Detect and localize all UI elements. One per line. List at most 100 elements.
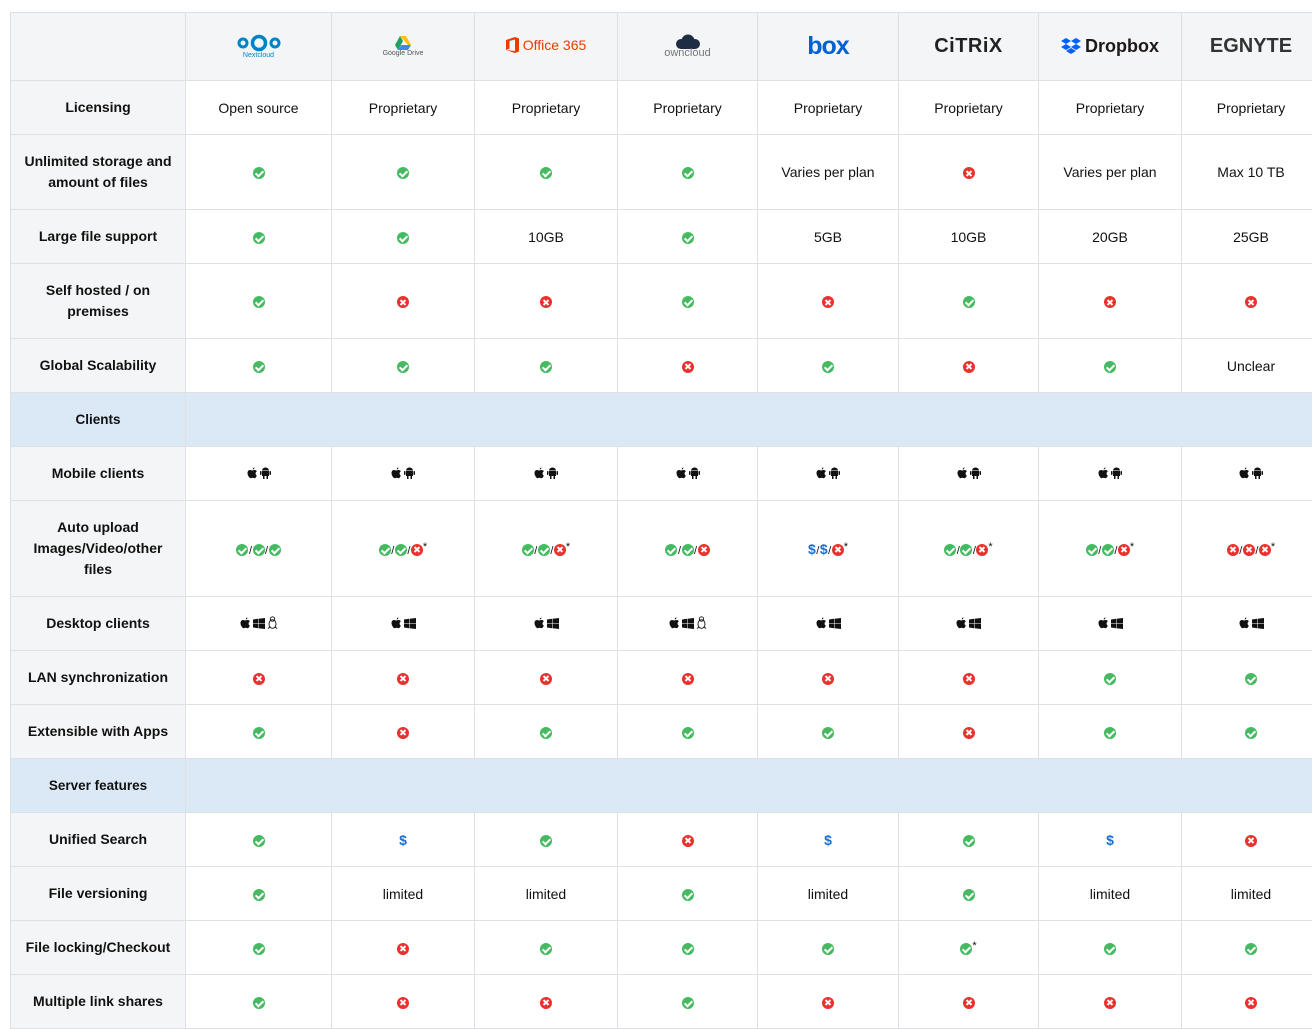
vendor-logo-text: box [807,32,848,60]
android-icon [547,467,558,481]
value-cell [899,447,1039,501]
value-cell [475,813,618,867]
check-icon [682,167,694,179]
value-cell [1039,597,1182,651]
feature-label: LAN synchronization [11,651,186,705]
feature-label: Unlimited storage and amount of files [11,135,186,210]
apple-icon [669,617,680,631]
apple-icon [957,467,968,481]
value-cell: 10GB [475,210,618,264]
cross-icon [1245,835,1257,847]
check-icon [397,232,409,244]
cross-icon [976,544,988,556]
feature-label: Global Scalability [11,339,186,393]
value-cell [618,264,758,339]
feature-label: Extensible with Apps [11,705,186,759]
feature-row: Unified Search$$$ [11,813,1312,867]
value-cell [758,339,899,393]
section-title: Clients [11,393,186,447]
feature-row: Large file support10GB5GB10GB20GB25GB [11,210,1312,264]
check-icon [397,167,409,179]
cell-text: limited [1231,886,1271,902]
separator: / [1239,545,1242,557]
value-cell [1039,651,1182,705]
cell-text: Varies per plan [781,164,874,180]
check-icon [538,544,550,556]
check-icon [1104,361,1116,373]
cross-icon [397,727,409,739]
value-cell: / / * [1182,501,1312,597]
value-cell: $ [332,813,475,867]
value-cell [1039,447,1182,501]
value-cell [618,867,758,921]
cell-text: 10GB [528,229,564,245]
value-cell [618,135,758,210]
check-icon [269,544,281,556]
apple-icon [1239,617,1250,631]
value-cell [186,264,332,339]
cell-text: limited [383,886,423,902]
linux-icon [267,616,278,631]
cross-icon [963,361,975,373]
value-cell [618,210,758,264]
value-cell [332,921,475,975]
cell-text: Proprietary [1217,100,1285,116]
windows-icon [829,618,841,631]
cell-text: Proprietary [794,100,862,116]
value-cell: //* [332,501,475,597]
vendor-logo-office365: Office 365 [475,13,618,81]
value-cell [475,135,618,210]
check-icon [822,361,834,373]
footnote-marker: * [1271,541,1275,553]
check-icon [822,727,834,739]
separator: / [694,545,697,557]
separator: / [828,545,831,557]
vendor-logo-nextcloud: Nextcloud [186,13,332,81]
cross-icon [698,544,710,556]
value-cell [332,210,475,264]
cell-text: Proprietary [369,100,437,116]
value-cell: $ [1039,813,1182,867]
feature-row: Global ScalabilityUnclear [11,339,1312,393]
value-cell [475,447,618,501]
cell-text: Max 10 TB [1217,164,1284,180]
feature-label: Mobile clients [11,447,186,501]
windows-icon [969,618,981,631]
feature-row: Unlimited storage and amount of files Var… [11,135,1312,210]
value-cell [899,975,1039,1029]
vendor-logo-citrix: CiTRiX [899,13,1039,81]
cross-icon [1245,997,1257,1009]
check-icon [963,889,975,901]
android-icon [404,467,415,481]
value-cell [758,447,899,501]
value-cell [618,813,758,867]
value-cell [475,975,618,1029]
windows-icon [404,618,416,631]
value-cell [1039,705,1182,759]
windows-icon [253,618,265,631]
value-cell [186,597,332,651]
value-cell [1182,597,1312,651]
paid-icon: $ [1106,832,1114,848]
vendor-logo-box: box [758,13,899,81]
cross-icon [822,673,834,685]
value-cell [332,447,475,501]
footnote-marker: * [566,541,570,553]
footnote-marker: * [988,541,992,553]
check-icon [540,727,552,739]
value-cell [899,135,1039,210]
feature-label: Multiple link shares [11,975,186,1029]
check-icon [540,835,552,847]
feature-row: LicensingOpen sourceProprietaryProprieta… [11,81,1312,135]
android-icon [970,467,981,481]
separator: / [678,545,681,557]
value-cell: 5GB [758,210,899,264]
separator: / [391,545,394,557]
android-icon [260,467,271,481]
value-cell [186,339,332,393]
windows-icon [1252,618,1264,631]
value-cell [1182,447,1312,501]
separator: / [1255,545,1258,557]
value-cell: limited [332,867,475,921]
separator: / [407,545,410,557]
